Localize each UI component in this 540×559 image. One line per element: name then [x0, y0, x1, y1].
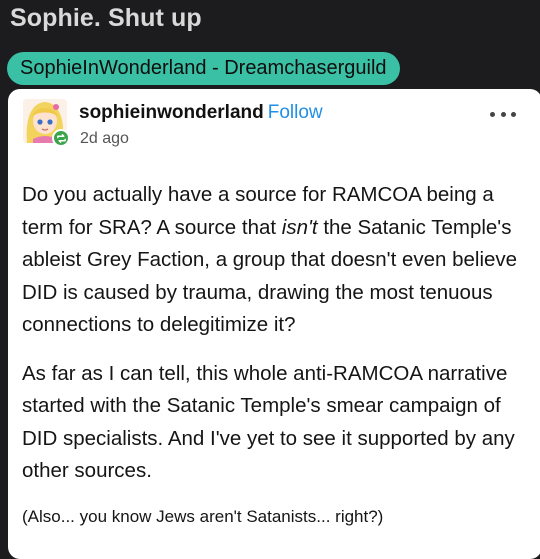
reblog-icon [52, 129, 70, 147]
post-paragraph-2: As far as I can tell, this whole anti-RA… [22, 361, 515, 483]
post-paragraph-3: (Also... you know Jews aren't Satanists.… [22, 506, 384, 526]
post-timestamp: 2d ago [80, 130, 129, 147]
post-paragraph-1: Do you actually have a source for RAMCOA… [22, 183, 518, 336]
post-username[interactable]: sophieinwonderland Follow [79, 102, 323, 124]
post-card: sophieinwonderland Follow 2d ago Do you a… [8, 89, 540, 559]
blog-tag-chip[interactable]: SophieInWonderland - Dreamchaserguild [7, 52, 400, 85]
page-title: Sophie. Shut up [10, 4, 202, 32]
post-body: Do you actually have a source for RAMCOA… [22, 179, 526, 546]
more-options-icon[interactable] [490, 109, 516, 119]
follow-button[interactable]: Follow [268, 102, 323, 123]
username-text[interactable]: sophieinwonderland [79, 102, 264, 123]
